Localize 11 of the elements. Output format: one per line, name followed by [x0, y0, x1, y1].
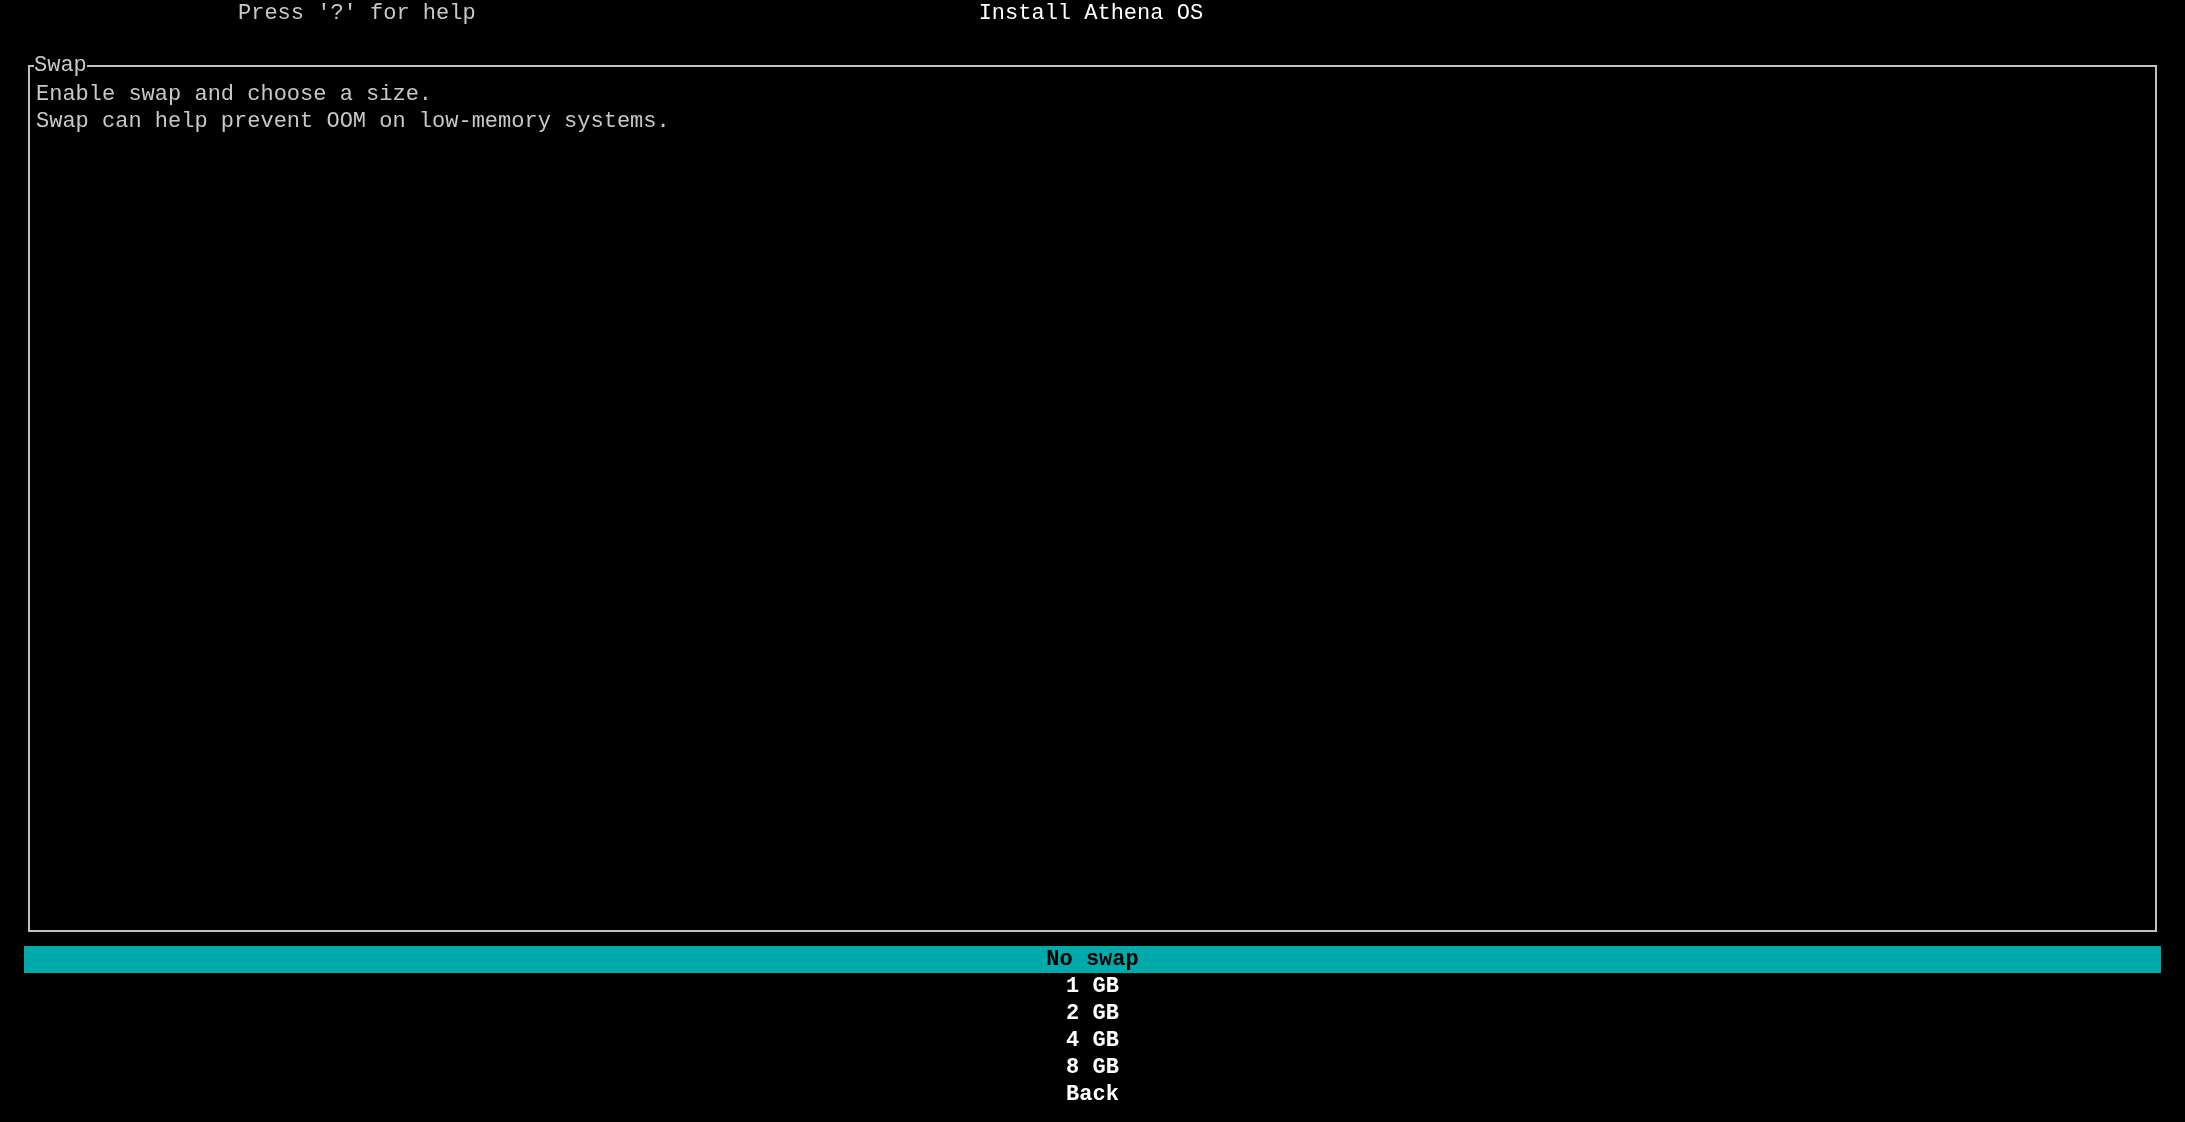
description-text: Swap can help prevent OOM on low-memory systems. [36, 108, 671, 135]
menu-item[interactable]: 8 GB [24, 1054, 2161, 1081]
menu-item[interactable]: 1 GB [24, 973, 2161, 1000]
menu-item[interactable]: Back [24, 1081, 2161, 1108]
menu-item[interactable]: 2 GB [24, 1000, 2161, 1027]
menu-item[interactable]: 4 GB [24, 1027, 2161, 1054]
menu-item[interactable]: No swap [24, 946, 2161, 973]
description-text: Enable swap and choose a size. [36, 81, 434, 108]
panel-title: Swap [34, 52, 87, 79]
help-hint: Press '?' for help [238, 0, 476, 27]
window-title: Install Athena OS [978, 0, 1204, 27]
